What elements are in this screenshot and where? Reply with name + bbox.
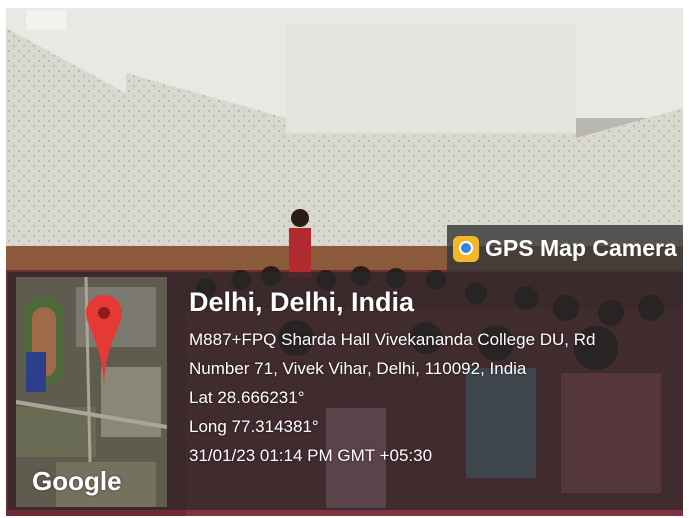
gps-camera-app-icon	[453, 235, 479, 262]
timestamp: 31/01/23 01:14 PM GMT +05:30	[189, 446, 433, 465]
location-map-thumbnail: Google	[16, 277, 167, 507]
longitude: Long 77.314381°	[189, 417, 319, 436]
map-pin-icon	[86, 295, 122, 391]
location-details: Delhi, Delhi, India M887+FPQ Sharda Hall…	[189, 285, 596, 470]
address-line-2: Number 71, Vivek Vihar, Delhi, 110092, I…	[189, 359, 527, 378]
google-logo: Google	[32, 466, 122, 496]
latitude: Lat 28.666231°	[189, 388, 305, 407]
city-title: Delhi, Delhi, India	[189, 287, 415, 317]
app-badge: GPS Map Camera	[447, 225, 683, 272]
app-name: GPS Map Camera	[485, 235, 677, 261]
address-line-1: M887+FPQ Sharda Hall Vivekananda College…	[189, 330, 596, 349]
